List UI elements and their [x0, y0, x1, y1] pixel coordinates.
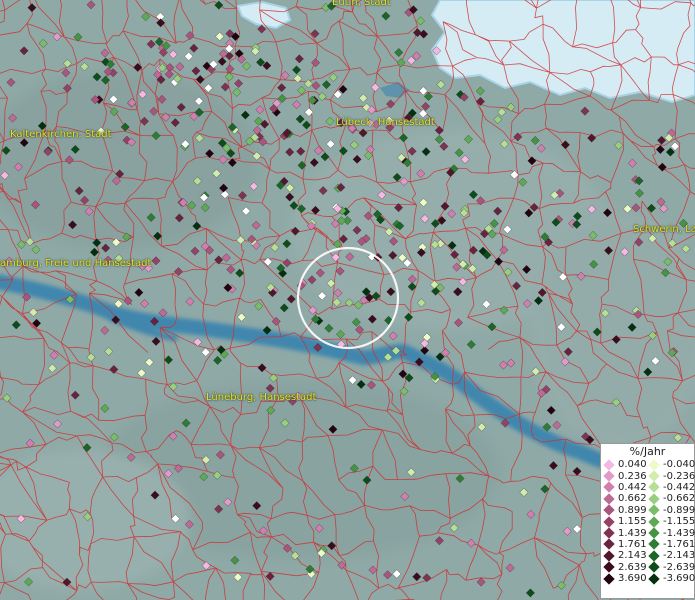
- legend-swatch: [603, 470, 615, 482]
- legend-value: -1.439: [663, 527, 695, 539]
- legend-title: %/Jahr: [629, 445, 666, 458]
- legend-row: -0.662: [648, 493, 695, 505]
- legend-value: -1.155: [663, 516, 695, 528]
- legend-value: -0.040: [663, 459, 695, 471]
- city-label-kaltenkirchen: Kaltenkirchen, Stadt: [10, 129, 112, 140]
- legend-value: -2.639: [663, 561, 695, 573]
- legend-value: 0.236: [618, 470, 647, 482]
- legend-row: -2.143: [648, 550, 695, 562]
- legend-row: -0.899: [648, 504, 695, 516]
- legend-value: 0.040: [618, 459, 647, 471]
- legend-row: -1.439: [648, 527, 695, 539]
- legend-value: -2.143: [663, 550, 695, 562]
- legend-swatch: [648, 493, 660, 505]
- legend-value: -0.236: [663, 470, 695, 482]
- legend-swatch: [603, 493, 615, 505]
- legend-swatch: [603, 459, 615, 471]
- legend-value: -1.761: [663, 538, 695, 550]
- legend-negative-column: -0.040 -0.236 -0.442 -0.662 -0.899 -1.155 -1.4…: [648, 459, 695, 585]
- legend-row: 0.899: [603, 504, 648, 516]
- legend-swatch: [648, 515, 660, 528]
- city-label-lueneburg: Lüneburg, Hansestadt: [206, 392, 317, 403]
- legend-row: -2.639: [648, 561, 695, 573]
- legend-row: -0.040: [648, 459, 695, 471]
- legend-swatch: [603, 504, 615, 516]
- legend-value: 0.662: [618, 493, 647, 505]
- legend-swatch: [603, 527, 615, 539]
- legend-row: 1.439: [603, 527, 648, 539]
- legend-swatch: [603, 481, 615, 494]
- city-label-schwerin: Schwerin, La: [633, 224, 695, 235]
- legend-swatch: [648, 481, 660, 494]
- legend-row: 2.639: [603, 561, 648, 573]
- legend-value: -3.690: [663, 573, 695, 585]
- legend-swatch: [603, 572, 615, 585]
- legend-value: 2.639: [618, 561, 647, 573]
- legend-swatch: [648, 572, 660, 585]
- legend-row: -1.155: [648, 515, 695, 528]
- legend-value: -0.899: [663, 504, 695, 516]
- color-legend: %/Jahr 0.040 0.236 0.442 0.662 0.899 1.155 1.4…: [600, 443, 695, 599]
- legend-swatch: [603, 538, 615, 551]
- legend-row: 0.236: [603, 470, 648, 482]
- legend-value: -0.442: [663, 481, 695, 493]
- map-canvas[interactable]: [0, 0, 695, 600]
- legend-value: 0.442: [618, 481, 647, 493]
- legend-value: -0.662: [663, 493, 695, 505]
- legend-row: -3.690: [648, 572, 695, 585]
- legend-row: 2.143: [603, 550, 648, 562]
- legend-row: 1.761: [603, 538, 648, 551]
- legend-row: -0.442: [648, 481, 695, 494]
- legend-row: -1.761: [648, 538, 695, 551]
- legend-row: 0.662: [603, 493, 648, 505]
- legend-row: 0.442: [603, 481, 648, 494]
- legend-positive-column: 0.040 0.236 0.442 0.662 0.899 1.155 1.439 1.761…: [603, 459, 648, 585]
- legend-swatch: [603, 515, 615, 528]
- legend-value: 0.899: [618, 504, 647, 516]
- city-label-luebeck: Lübeck, Hansestadt: [336, 117, 435, 128]
- legend-swatch: [648, 527, 660, 539]
- legend-swatch: [648, 561, 660, 573]
- legend-value: 1.761: [618, 538, 647, 550]
- legend-value: 3.690: [618, 573, 647, 585]
- legend-row: 3.690: [603, 572, 648, 585]
- legend-swatch: [648, 470, 660, 482]
- legend-value: 1.155: [618, 516, 647, 528]
- legend-row: 0.040: [603, 459, 648, 471]
- legend-swatch: [603, 550, 615, 562]
- city-label-eutin: Eutin, Stadt: [332, 0, 391, 8]
- legend-swatch: [648, 550, 660, 562]
- legend-swatch: [648, 459, 660, 471]
- legend-row: 1.155: [603, 515, 648, 528]
- legend-swatch: [648, 504, 660, 516]
- city-label-hamburg: amburg, Freie und Hansestadt: [0, 258, 152, 269]
- legend-value: 2.143: [618, 550, 647, 562]
- legend-row: -0.236: [648, 470, 695, 482]
- legend-swatch: [603, 561, 615, 573]
- legend-value: 1.439: [618, 527, 647, 539]
- legend-swatch: [648, 538, 660, 551]
